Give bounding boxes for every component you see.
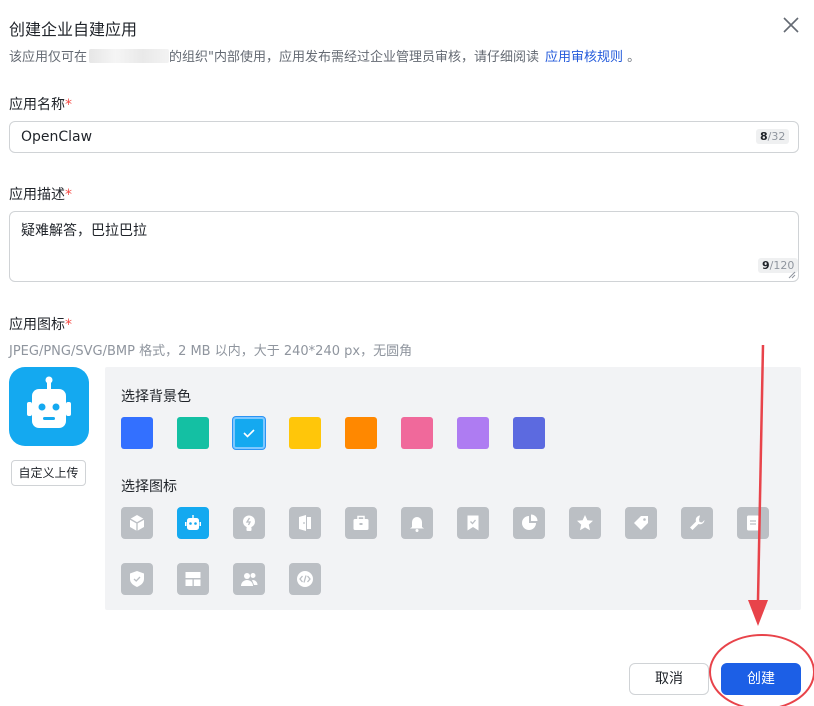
bg-color-swatch[interactable] [177,417,209,449]
icon-label-text: 应用图标 [9,317,65,333]
name-max: /32 [767,130,786,143]
box-icon[interactable] [121,507,153,539]
check-icon [243,429,255,438]
bg-color-swatch[interactable] [513,417,545,449]
custom-upload-button[interactable]: 自定义上传 [11,460,86,486]
name-count: 8 [760,130,768,143]
code-icon[interactable] [289,563,321,595]
desc-label: 应用描述* [9,184,72,204]
pie-chart-icon[interactable] [513,507,545,539]
create-button[interactable]: 创建 [721,663,801,695]
briefcase-icon[interactable] [345,507,377,539]
desc-label-text: 应用描述 [9,187,65,203]
lightbulb-icon[interactable] [233,507,265,539]
subtitle-end: 。 [627,50,641,65]
bg-color-swatch[interactable] [121,417,153,449]
bg-color-label: 选择背景色 [121,389,191,405]
app-name-value: OpenClaw [21,129,93,145]
tag-icon[interactable] [625,507,657,539]
name-char-counter: 8/32 [756,129,790,144]
robot-icon [27,376,71,428]
cancel-button[interactable]: 取消 [629,663,709,695]
bg-color-swatch[interactable] [233,417,265,449]
review-rules-link[interactable]: 应用审核规则 [545,50,623,65]
subtitle-prefix: 该应用仅可在 [9,50,88,65]
name-label: 应用名称* [9,94,72,114]
subtitle-suffix: 的组织"内部使用，应用发布需经过企业管理员审核，请仔细阅读 [169,50,539,65]
door-icon[interactable] [289,507,321,539]
bg-color-swatch[interactable] [289,417,321,449]
app-desc-value: 疑难解答，巴拉巴拉 [21,223,147,239]
bell-icon[interactable] [401,507,433,539]
star-icon[interactable] [569,507,601,539]
robot-icon[interactable] [177,507,209,539]
icon-hint: JPEG/PNG/SVG/BMP 格式，2 MB 以内，大于 240*240 p… [9,344,413,359]
icon-picker-panel: 选择背景色 选择图标 [105,367,801,610]
bg-color-swatch[interactable] [457,417,489,449]
shield-icon[interactable] [121,563,153,595]
name-label-text: 应用名称 [9,97,65,113]
icon-label: 应用图标* [9,314,72,334]
required-mark: * [65,317,72,333]
bg-color-swatch[interactable] [345,417,377,449]
icon-select-label: 选择图标 [121,479,177,495]
users-icon[interactable] [233,563,265,595]
bookmark-icon[interactable] [457,507,489,539]
app-name-input[interactable]: OpenClaw 8/32 [9,121,799,153]
app-desc-textarea[interactable]: 疑难解答，巴拉巴拉 9/120 [9,211,799,282]
resize-handle-icon[interactable] [788,271,796,279]
bg-color-swatch[interactable] [401,417,433,449]
document-icon[interactable] [737,507,769,539]
dialog-subtitle: 该应用仅可在 的组织"内部使用，应用发布需经过企业管理员审核，请仔细阅读 应用审核规… [9,46,640,65]
layout-icon[interactable] [177,563,209,595]
required-mark: * [65,187,72,203]
blurred-org-name [89,49,170,63]
app-icon-preview [9,367,89,446]
wrench-icon[interactable] [681,507,713,539]
dialog-title: 创建企业自建应用 [9,20,138,39]
required-mark: * [65,97,72,113]
close-icon[interactable] [780,14,802,36]
desc-count: 9 [762,259,770,272]
